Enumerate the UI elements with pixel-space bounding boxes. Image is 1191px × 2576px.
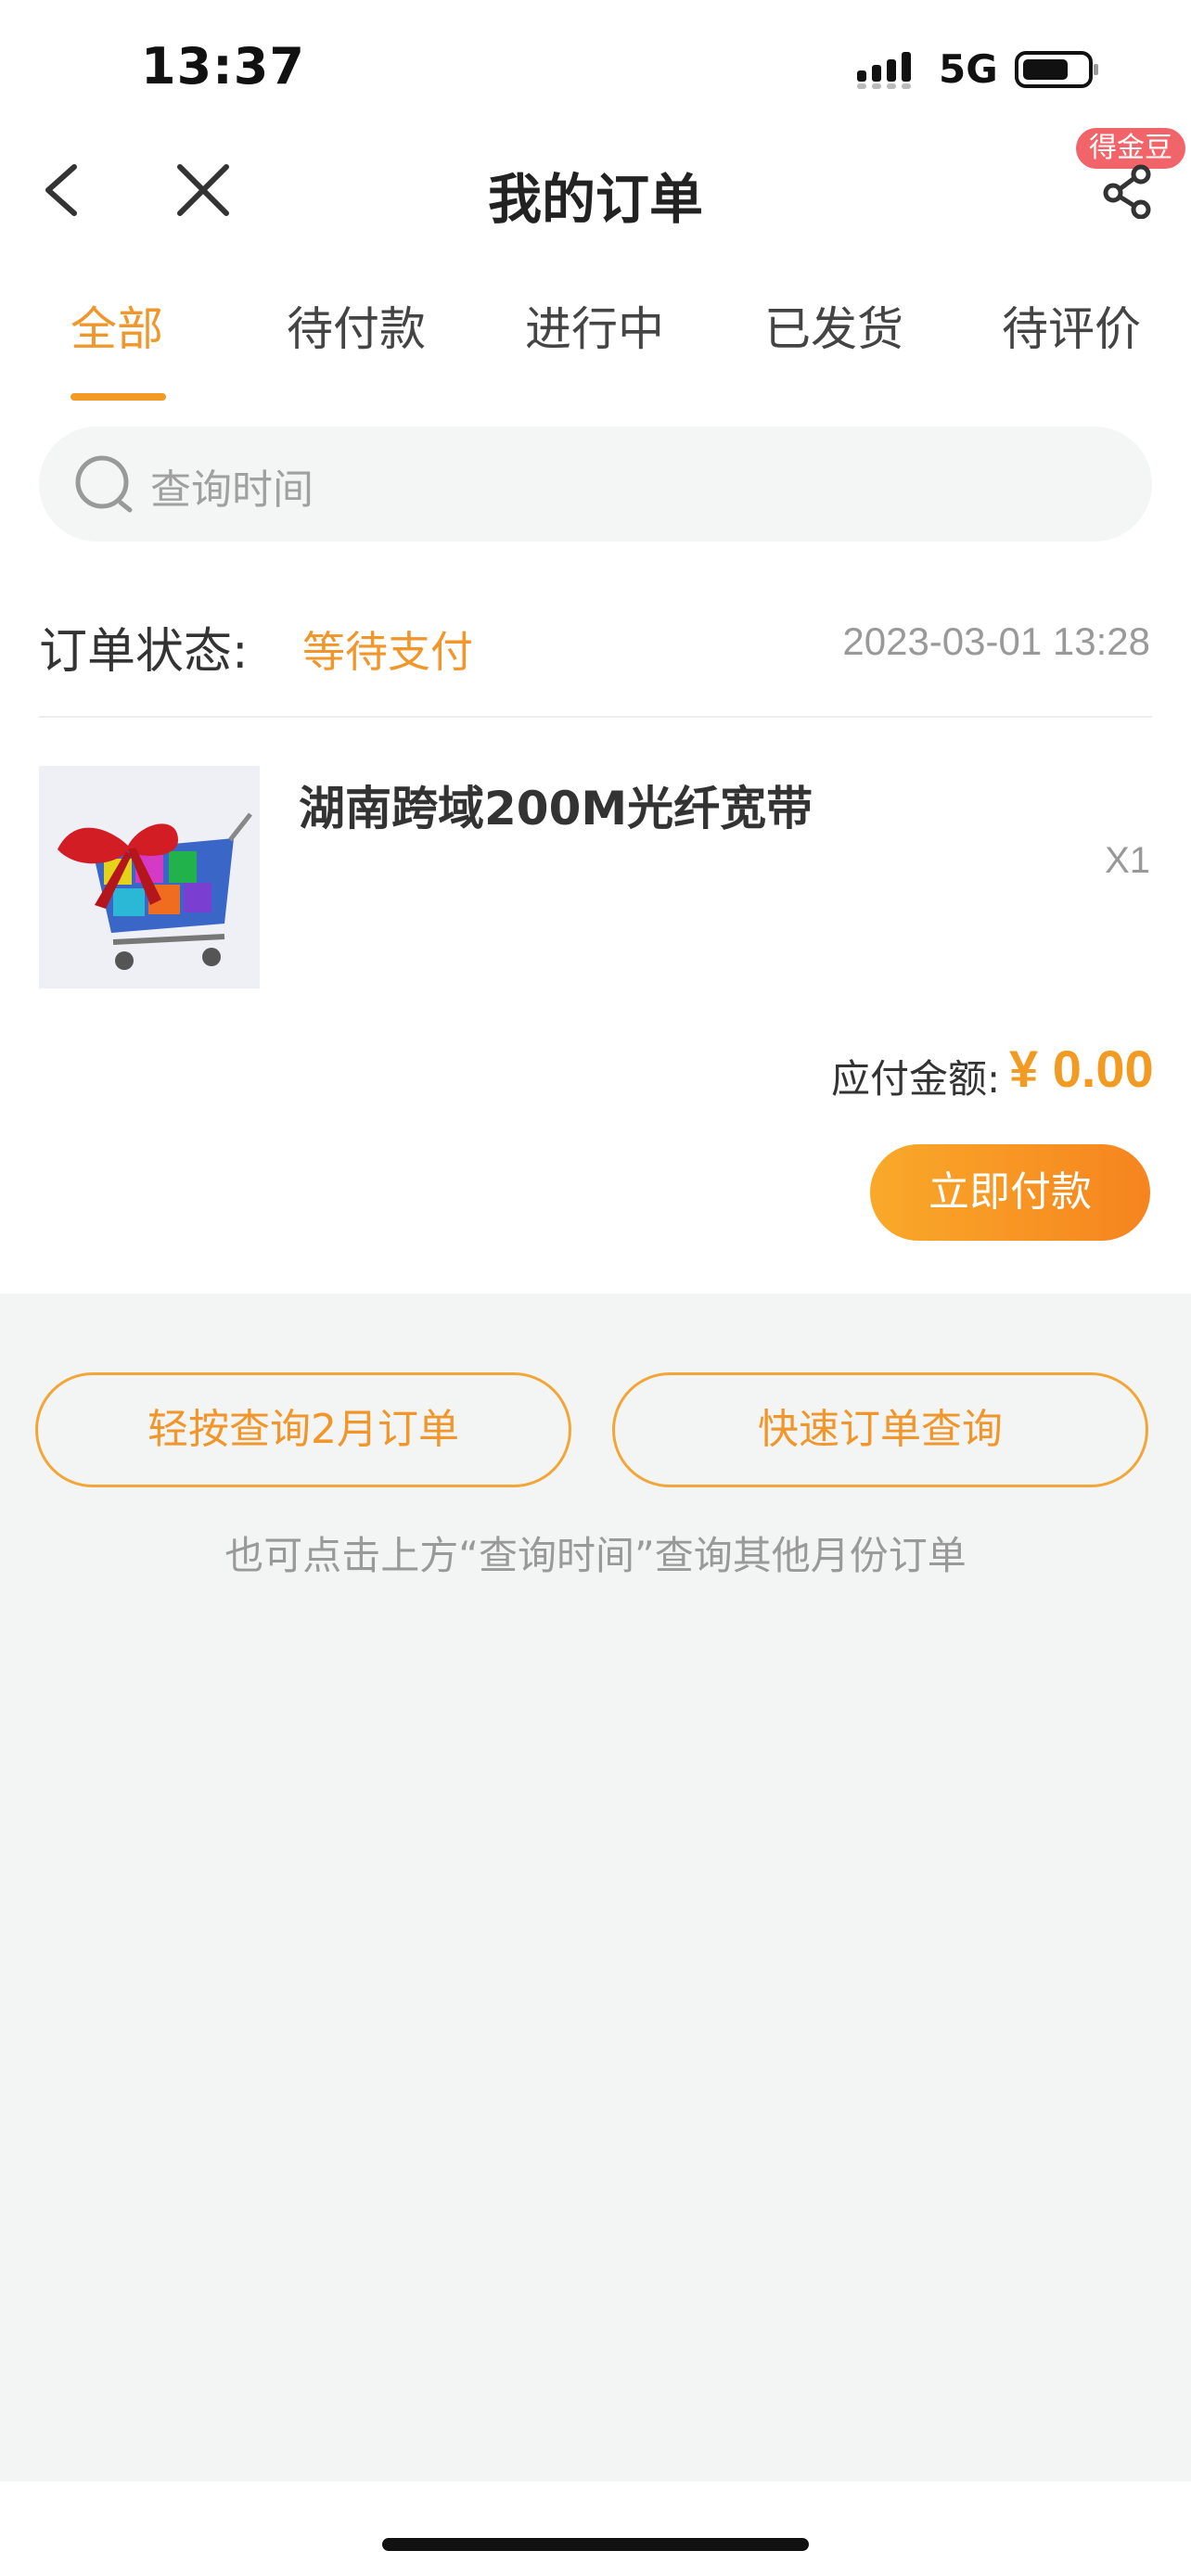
product-thumbnail[interactable] [39,766,260,988]
query-month-orders-button[interactable]: 轻按查询2月订单 [35,1372,571,1487]
order-status-label: 订单状态: [39,624,249,680]
query-hint-text: 也可点击上方“查询时间”查询其他月份订单 [224,1533,967,1578]
active-tab-indicator [70,393,166,401]
battery-icon [1015,51,1098,88]
status-time: 13:37 [141,37,305,96]
home-indicator[interactable] [382,2538,809,2551]
page-title: 我的订单 [487,168,703,231]
quick-order-query-button[interactable]: 快速订单查询 [612,1372,1148,1487]
order-tabs: 全部 待付款 进行中 已发货 待评价 [0,292,1191,394]
network-type: 5G [939,46,998,92]
amount-label: 应付金额: [831,1056,1001,1102]
search-input[interactable]: 查询时间 [39,427,1152,542]
tab-pending-payment[interactable]: 待付款 [287,292,426,359]
search-icon [75,455,133,513]
share-icon[interactable] [1102,163,1154,219]
shopping-cart-icon [39,766,260,988]
amount-value: ¥ 0.00 [1009,1039,1154,1098]
order-status-value: 等待支付 [302,627,473,677]
search-placeholder: 查询时间 [150,466,314,514]
order-date: 2023-03-01 13:28 [842,619,1150,663]
tab-all[interactable]: 全部 [70,292,163,359]
product-quantity: X1 [1105,840,1150,881]
product-name[interactable]: 湖南跨域200M光纤宽带 [299,772,813,838]
tab-in-progress[interactable]: 进行中 [525,292,664,359]
pay-now-button[interactable]: 立即付款 [870,1144,1150,1241]
bottom-bar [0,2481,1191,2576]
tab-shipped[interactable]: 已发货 [764,292,903,359]
divider [39,716,1152,718]
signal-icon [857,52,911,89]
tab-pending-review[interactable]: 待评价 [1002,292,1141,359]
